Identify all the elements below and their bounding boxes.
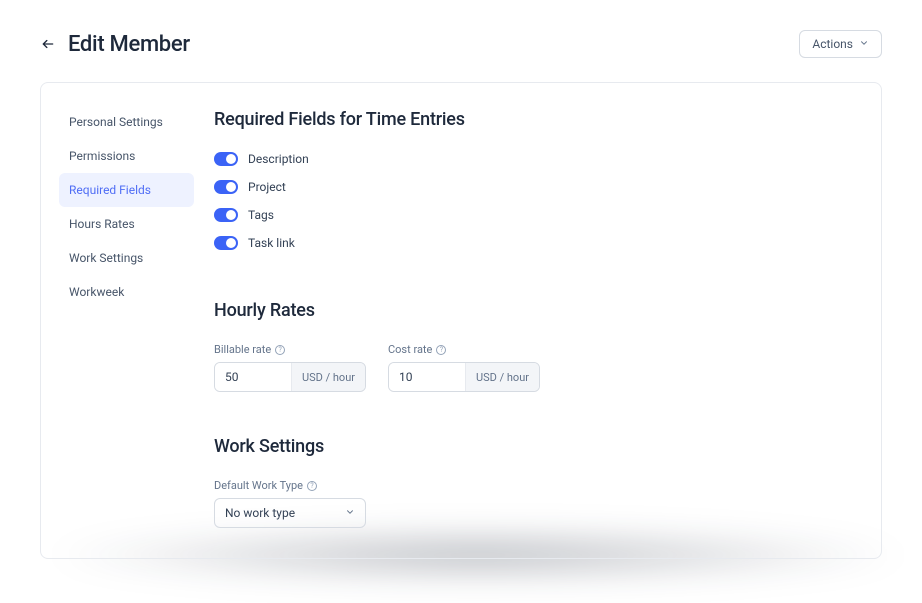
- page-title: Edit Member: [68, 32, 190, 57]
- cost-rate-label-text: Cost rate: [388, 343, 432, 356]
- hourly-rates-title: Hourly Rates: [214, 300, 863, 321]
- actions-button[interactable]: Actions: [799, 30, 882, 58]
- toggle-row-description: Description: [214, 152, 863, 166]
- toggle-label-tags: Tags: [248, 208, 274, 222]
- billable-rate-label: Billable rate ?: [214, 343, 366, 356]
- sidebar-item-required-fields[interactable]: Required Fields: [59, 173, 194, 207]
- toggle-task-link[interactable]: [214, 236, 238, 250]
- sidebar-item-work-settings[interactable]: Work Settings: [59, 241, 194, 275]
- work-settings-title: Work Settings: [214, 436, 863, 457]
- cost-rate-label: Cost rate ?: [388, 343, 540, 356]
- help-icon[interactable]: ?: [436, 345, 446, 355]
- toggle-row-tags: Tags: [214, 208, 863, 222]
- default-work-type-label: Default Work Type ?: [214, 479, 863, 492]
- required-fields-title: Required Fields for Time Entries: [214, 109, 863, 130]
- billable-rate-label-text: Billable rate: [214, 343, 271, 356]
- billable-rate-group: Billable rate ? USD / hour: [214, 343, 366, 392]
- default-work-type-value: No work type: [225, 506, 295, 520]
- cost-rate-unit: USD / hour: [465, 363, 539, 391]
- toggle-project[interactable]: [214, 180, 238, 194]
- back-arrow-icon[interactable]: [40, 36, 56, 52]
- settings-content: Required Fields for Time Entries Descrip…: [214, 105, 863, 528]
- toggle-label-project: Project: [248, 180, 286, 194]
- sidebar-item-workweek[interactable]: Workweek: [59, 275, 194, 309]
- toggle-label-task-link: Task link: [248, 236, 295, 250]
- toggle-row-project: Project: [214, 180, 863, 194]
- actions-label: Actions: [812, 37, 853, 51]
- chevron-down-icon: [345, 506, 355, 520]
- sidebar-item-personal-settings[interactable]: Personal Settings: [59, 105, 194, 139]
- toggle-row-task-link: Task link: [214, 236, 863, 250]
- chevron-down-icon: [859, 37, 869, 51]
- toggle-description[interactable]: [214, 152, 238, 166]
- help-icon[interactable]: ?: [307, 481, 317, 491]
- toggle-label-description: Description: [248, 152, 309, 166]
- billable-rate-unit: USD / hour: [291, 363, 365, 391]
- cost-rate-input[interactable]: [389, 363, 465, 391]
- help-icon[interactable]: ?: [275, 345, 285, 355]
- billable-rate-input[interactable]: [215, 363, 291, 391]
- cost-rate-group: Cost rate ? USD / hour: [388, 343, 540, 392]
- toggle-tags[interactable]: [214, 208, 238, 222]
- sidebar-item-permissions[interactable]: Permissions: [59, 139, 194, 173]
- sidebar-item-hours-rates[interactable]: Hours Rates: [59, 207, 194, 241]
- default-work-type-label-text: Default Work Type: [214, 479, 303, 492]
- settings-sidebar: Personal Settings Permissions Required F…: [59, 105, 194, 528]
- settings-card: Personal Settings Permissions Required F…: [40, 82, 882, 559]
- default-work-type-select[interactable]: No work type: [214, 498, 366, 528]
